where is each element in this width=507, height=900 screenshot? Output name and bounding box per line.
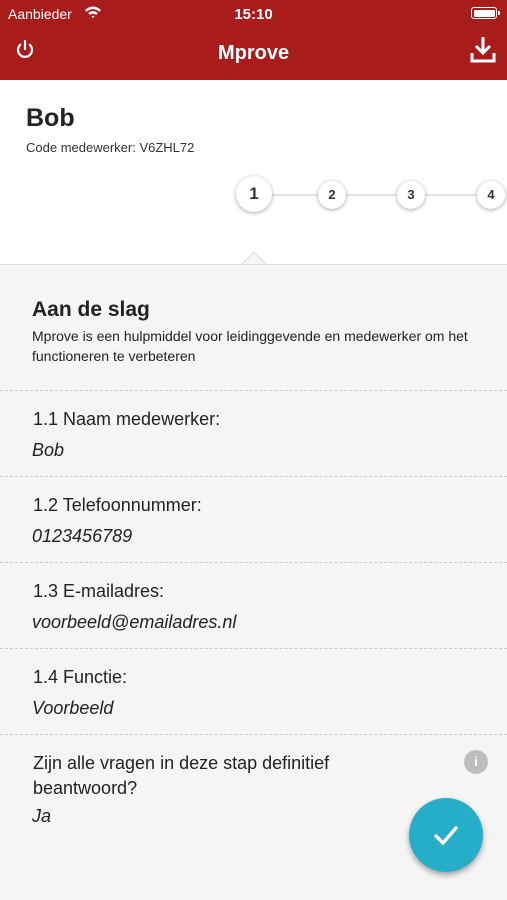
employee-header: Bob Code medewerker: V6ZHL72 1 2 3 4 xyxy=(0,80,507,265)
question-label: 1.1 Naam medewerker: xyxy=(33,409,221,429)
question-answer[interactable]: voorbeeld@emailadres.nl xyxy=(32,612,236,633)
question-label: 1.3 E-mailadres: xyxy=(33,581,165,601)
status-bar: Aanbieder 15:10 xyxy=(0,0,507,28)
section-title: Aan de slag xyxy=(32,298,150,321)
section-description: Mprove is een hulpmiddel voor leidinggev… xyxy=(32,328,468,364)
nav-bar: Mprove xyxy=(0,28,507,80)
question-answer[interactable]: Voorbeeld xyxy=(32,698,113,719)
steps-connector xyxy=(254,194,494,196)
step-3[interactable]: 3 xyxy=(397,181,425,209)
step-1[interactable]: 1 xyxy=(236,176,272,212)
question-answer[interactable]: 0123456789 xyxy=(32,526,132,547)
employee-name: Bob xyxy=(26,104,75,132)
employee-code: Code medewerker: V6ZHL72 xyxy=(26,140,195,155)
question-answer[interactable]: Bob xyxy=(32,440,64,461)
page-title: Mprove xyxy=(217,42,290,64)
question-item[interactable]: 1.4 Functie: Voorbeeld xyxy=(0,648,507,735)
confirmation-label: Zijn alle vragen in deze stap definitief… xyxy=(33,753,330,798)
confirmation-answer[interactable]: Ja xyxy=(32,806,51,827)
step-4[interactable]: 4 xyxy=(477,181,505,209)
question-label: 1.2 Telefoonnummer: xyxy=(33,495,202,515)
info-icon[interactable]: i xyxy=(464,750,488,774)
confirm-button[interactable] xyxy=(409,798,483,872)
intro-section: Aan de slag Mprove is een hulpmiddel voo… xyxy=(0,264,507,391)
app-header: Aanbieder 15:10 Mprove xyxy=(0,0,507,80)
question-item[interactable]: 1.3 E-mailadres: voorbeeld@emailadres.nl xyxy=(0,562,507,649)
check-icon xyxy=(434,826,458,845)
status-time: 15:10 xyxy=(234,6,273,23)
question-item[interactable]: 1.2 Telefoonnummer: 0123456789 xyxy=(0,476,507,563)
question-label: 1.4 Functie: xyxy=(33,667,128,687)
battery-icon xyxy=(471,7,500,19)
step-2[interactable]: 2 xyxy=(318,181,346,209)
question-item[interactable]: 1.1 Naam medewerker: Bob xyxy=(0,390,507,477)
download-icon[interactable] xyxy=(469,34,497,64)
